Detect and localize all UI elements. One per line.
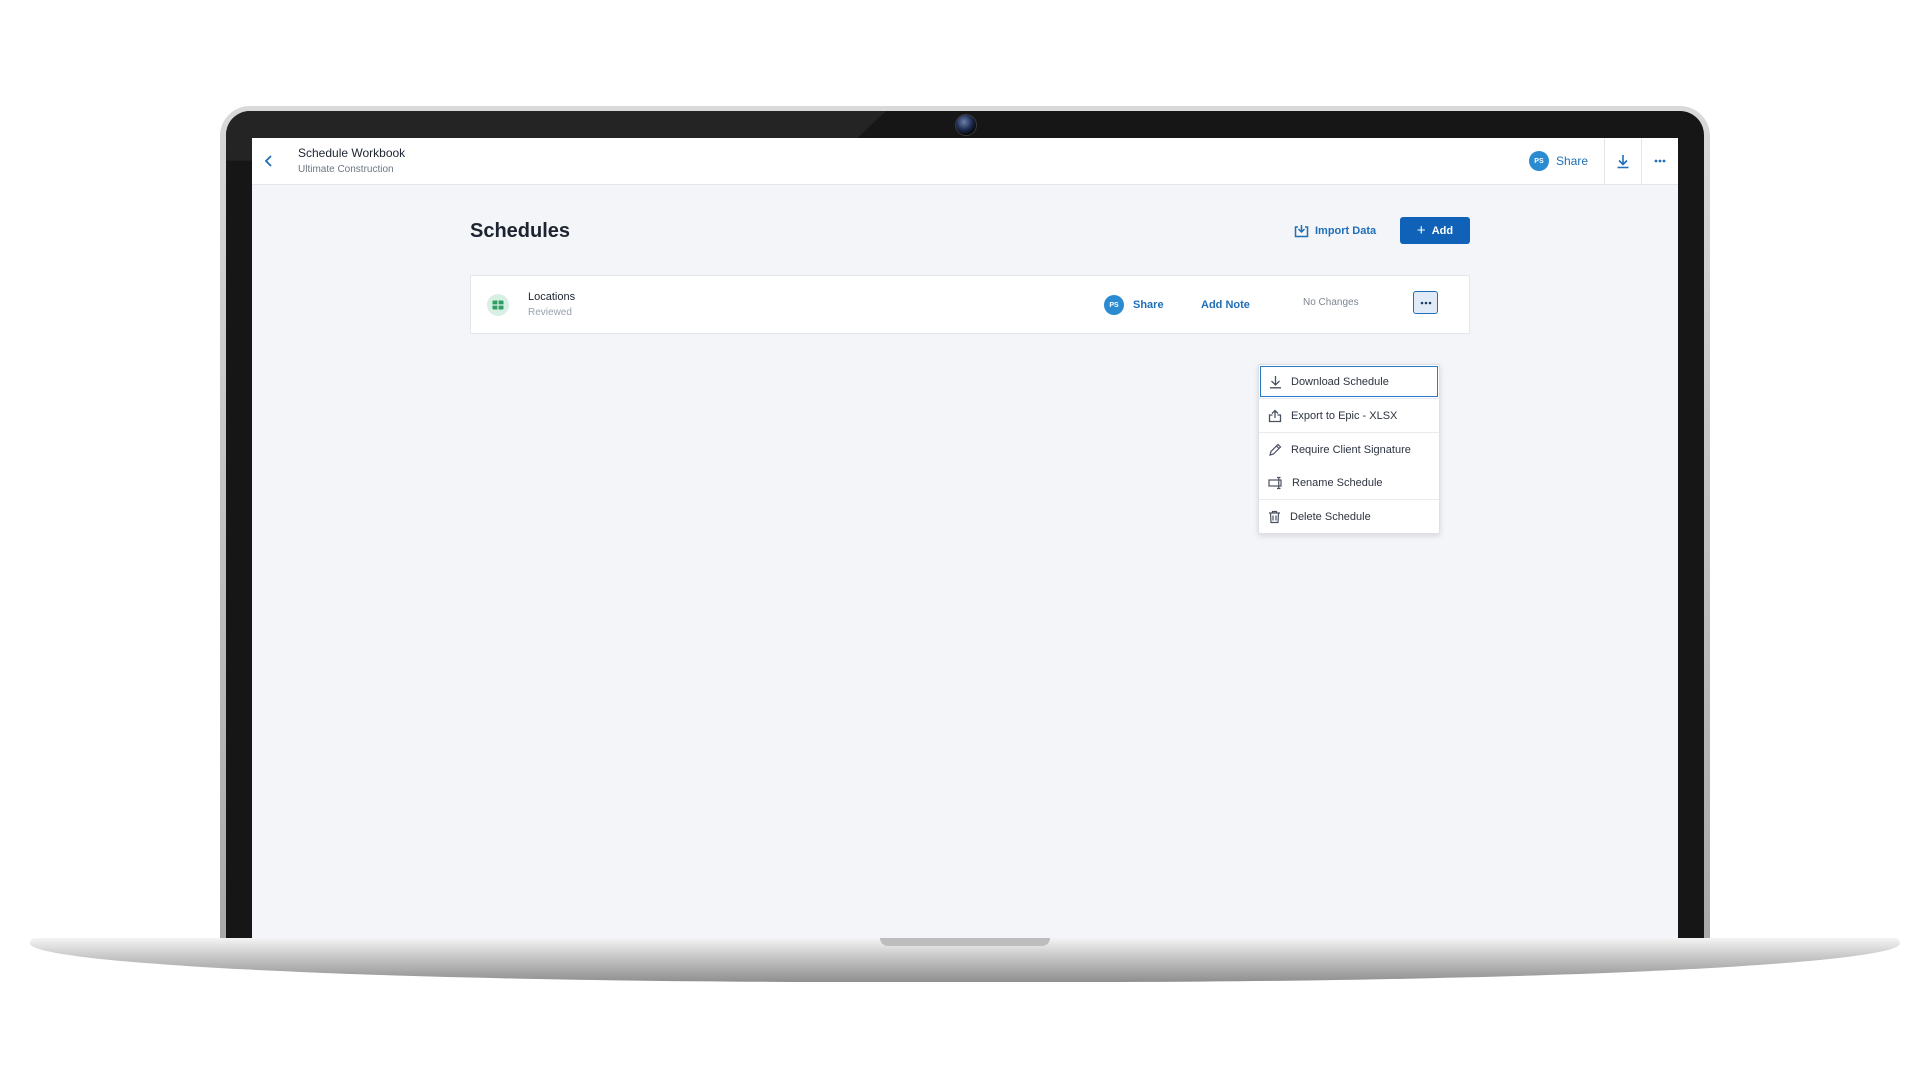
add-label: Add [1431, 224, 1454, 237]
changes-status: No Changes [1303, 297, 1359, 308]
chevron-left-icon [264, 155, 272, 167]
back-button[interactable] [258, 150, 280, 172]
pen-icon [1269, 443, 1282, 456]
more-horizontal-icon [1654, 159, 1666, 163]
menu-item-export-epic[interactable]: Export to Epic - XLSX [1259, 399, 1439, 432]
menu-item-require-signature[interactable]: Require Client Signature [1259, 433, 1439, 466]
header-actions: PS Share [1528, 138, 1678, 184]
schedule-more-button[interactable] [1413, 291, 1438, 314]
schedule-share-button[interactable]: PS Share [1104, 295, 1164, 315]
menu-item-label: Rename Schedule [1292, 476, 1383, 489]
avatar: PS [1104, 295, 1124, 315]
page-title: Schedules [470, 220, 571, 242]
menu-item-download-schedule[interactable]: Download Schedule [1260, 366, 1438, 397]
avatar: PS [1528, 151, 1549, 171]
add-button[interactable]: + Add [1400, 217, 1470, 244]
main-content: Schedules Import Data + Add Locations Re… [470, 184, 1470, 938]
header-titles: Schedule Workbook Ultimate Construction [298, 145, 405, 177]
header-share-button[interactable]: PS Share [1528, 151, 1604, 171]
import-icon [1294, 225, 1309, 238]
export-icon [1268, 409, 1282, 422]
more-horizontal-icon [1420, 301, 1431, 304]
schedule-name: Locations [528, 291, 576, 303]
workbook-subtitle: Ultimate Construction [298, 164, 394, 175]
menu-item-rename-schedule[interactable]: Rename Schedule [1259, 466, 1439, 499]
schedule-share-label: Share [1133, 299, 1164, 311]
add-note-link[interactable]: Add Note [1201, 299, 1250, 311]
webcam [955, 114, 977, 136]
menu-item-label: Require Client Signature [1291, 443, 1411, 456]
import-data-label: Import Data [1315, 225, 1377, 237]
import-data-button[interactable]: Import Data [1294, 224, 1376, 238]
schedule-row[interactable]: Locations Reviewed PS Share Add Note No … [470, 275, 1470, 334]
laptop-base-notch [880, 938, 1050, 946]
workbook-title: Schedule Workbook [298, 146, 406, 160]
app-screen: Schedule Workbook Ultimate Construction … [252, 138, 1678, 938]
trash-icon [1269, 510, 1280, 523]
menu-item-label: Download Schedule [1291, 375, 1389, 388]
header-more-button[interactable] [1642, 138, 1678, 184]
spreadsheet-icon [487, 294, 509, 316]
header-share-label: Share [1555, 154, 1588, 168]
download-icon [1617, 154, 1629, 168]
menu-item-label: Export to Epic - XLSX [1291, 409, 1398, 422]
download-icon [1270, 375, 1281, 388]
app-header: Schedule Workbook Ultimate Construction … [252, 138, 1678, 185]
rename-icon [1268, 476, 1282, 489]
menu-item-label: Delete Schedule [1290, 510, 1371, 523]
header-download-button[interactable] [1605, 138, 1641, 184]
menu-item-delete-schedule[interactable]: Delete Schedule [1259, 500, 1439, 533]
schedule-status: Reviewed [528, 307, 572, 318]
schedule-actions-menu: Download Schedule Export to Epic - XLSX … [1258, 364, 1440, 534]
plus-icon: + [1416, 221, 1426, 239]
